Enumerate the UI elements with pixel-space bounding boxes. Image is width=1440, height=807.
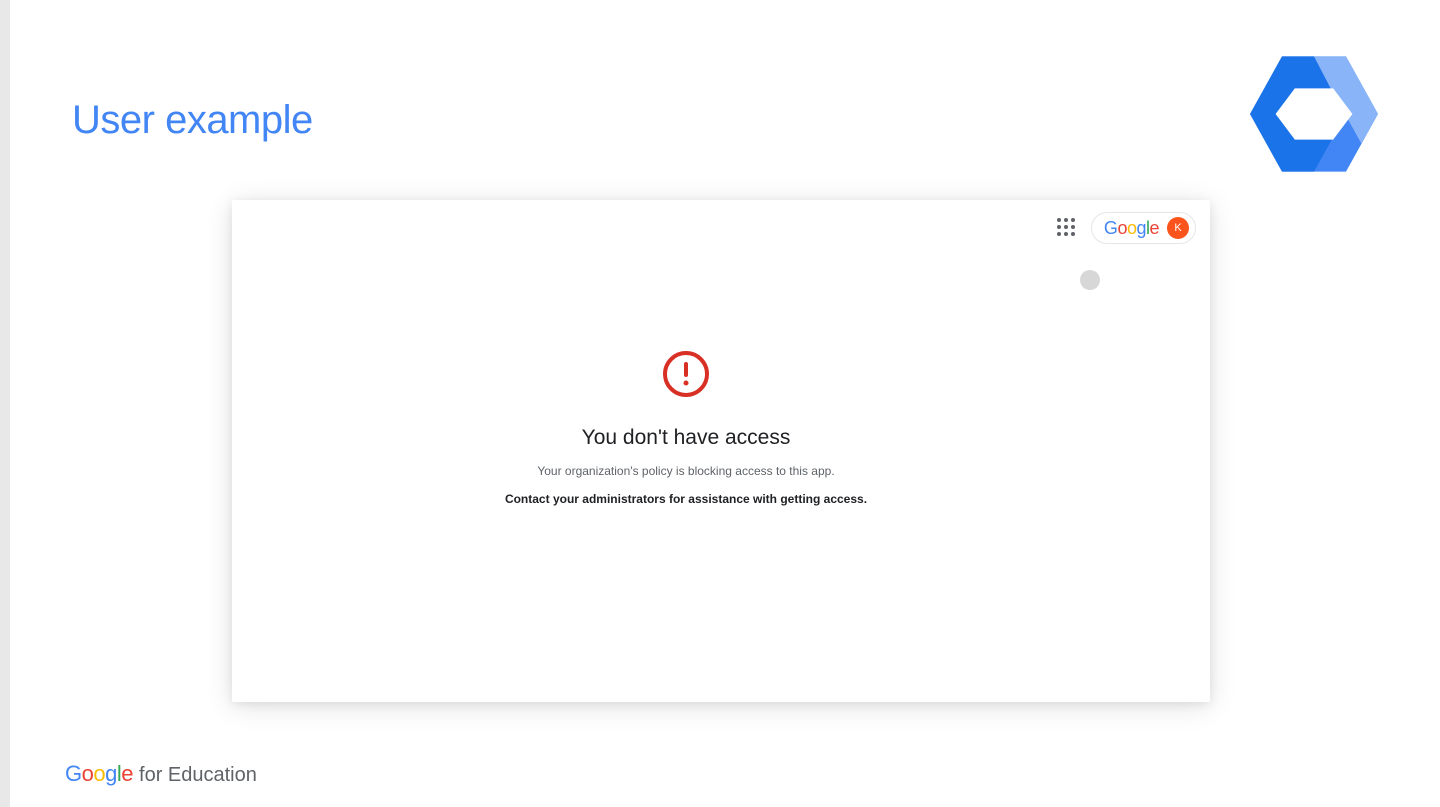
admin-console-logo-icon bbox=[1250, 56, 1378, 172]
access-denied-panel: You don't have access Your organization'… bbox=[197, 350, 1175, 506]
error-title: You don't have access bbox=[582, 426, 791, 450]
app-header: Google K bbox=[1057, 212, 1196, 244]
footer-google-wordmark: Google bbox=[65, 761, 133, 787]
account-switcher[interactable]: Google K bbox=[1091, 212, 1196, 244]
error-subtitle: Your organization's policy is blocking a… bbox=[537, 464, 834, 478]
footer-suffix: for Education bbox=[139, 764, 257, 787]
error-alert-icon bbox=[662, 350, 710, 398]
decorative-dot bbox=[1080, 270, 1100, 290]
slide-title: User example bbox=[72, 98, 313, 143]
user-avatar[interactable]: K bbox=[1167, 217, 1189, 239]
apps-launcher-icon[interactable] bbox=[1057, 218, 1077, 238]
footer-brand: Google for Education bbox=[65, 761, 257, 787]
google-wordmark: Google bbox=[1104, 218, 1159, 239]
app-window: Google K You don't have access Your orga… bbox=[232, 200, 1210, 702]
slide-left-accent bbox=[0, 0, 10, 807]
error-contact-text: Contact your administrators for assistan… bbox=[505, 492, 867, 506]
